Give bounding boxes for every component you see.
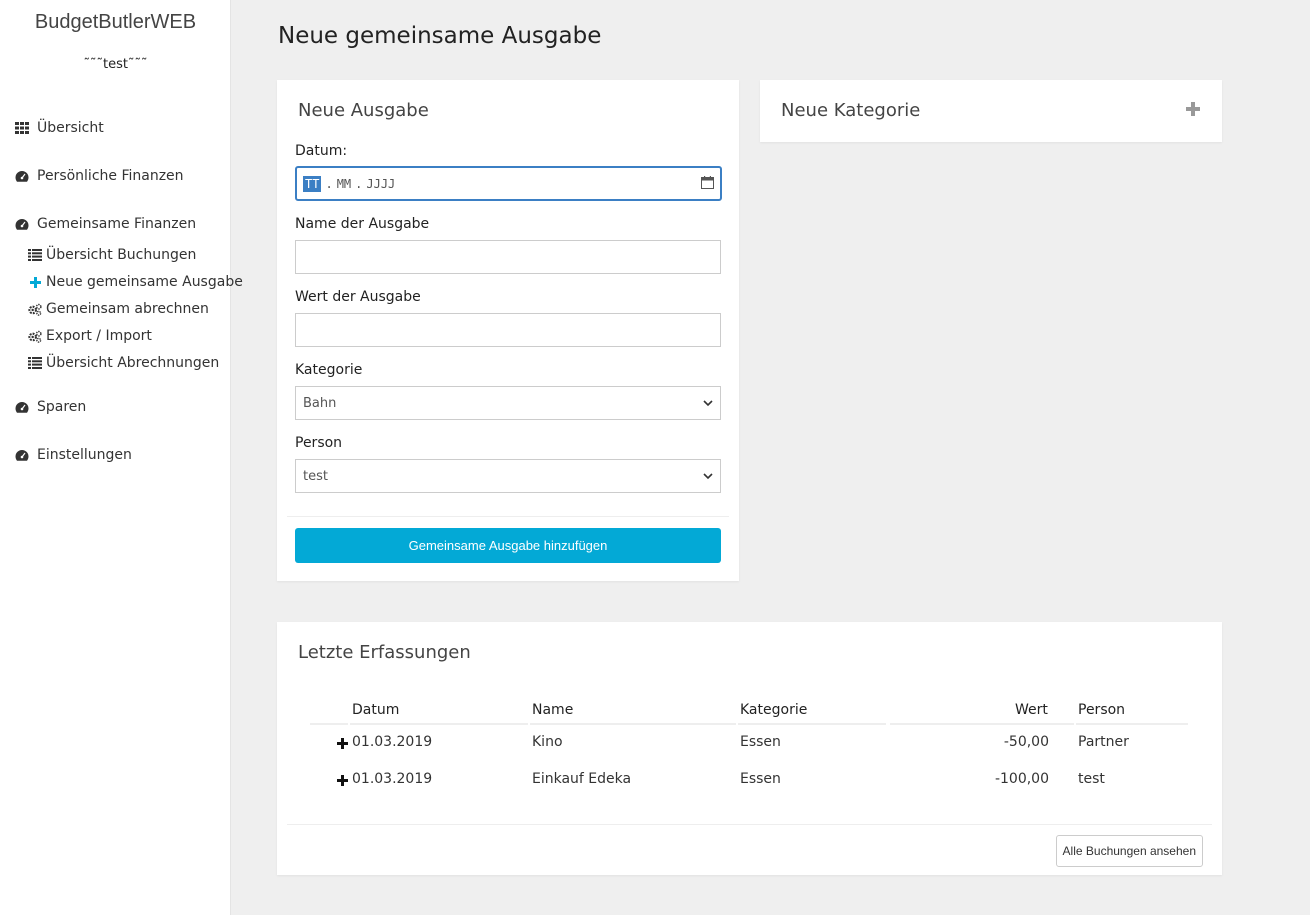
sidebar-item-label: Übersicht — [37, 120, 104, 136]
date-month-segment[interactable]: MM — [337, 177, 351, 191]
sidebar-item-label: Sparen — [37, 399, 87, 415]
sidebar-subitem-export-import[interactable]: Export / Import — [28, 328, 152, 344]
calendar-icon[interactable] — [701, 175, 714, 192]
person-select[interactable]: test — [295, 459, 721, 493]
person-selected: test — [303, 468, 328, 484]
sidebar-item-savings[interactable]: Sparen — [14, 399, 86, 415]
dashboard-icon — [14, 169, 30, 183]
expand-plus-icon[interactable] — [337, 737, 348, 753]
column-header-name[interactable]: Name — [532, 702, 573, 718]
name-label: Name der Ausgabe — [295, 216, 430, 232]
header-underline — [1076, 723, 1188, 725]
cell-person: test — [1078, 771, 1105, 787]
sidebar: BudgetButlerWEB ˜˜˜test˜˜˜ Übersicht Per… — [0, 0, 243, 915]
cell-person: Partner — [1078, 734, 1129, 750]
card-title: Neue Kategorie — [781, 100, 921, 121]
sidebar-item-overview[interactable]: Übersicht — [14, 120, 104, 136]
user-name: ˜˜˜test˜˜˜ — [83, 57, 148, 72]
sidebar-subitem-label: Übersicht Buchungen — [46, 247, 197, 263]
header-underline — [738, 723, 886, 725]
list-icon — [28, 249, 42, 262]
expense-value-input[interactable] — [295, 313, 721, 347]
date-day-segment[interactable]: TT — [303, 175, 322, 192]
new-category-card[interactable]: Neue Kategorie — [760, 80, 1222, 142]
view-all-bookings-button[interactable]: Alle Buchungen ansehen — [1055, 835, 1203, 867]
category-select[interactable]: Bahn — [295, 386, 721, 420]
add-shared-expense-button[interactable]: Gemeinsame Ausgabe hinzufügen — [295, 528, 721, 563]
sidebar-item-settings[interactable]: Einstellungen — [14, 447, 132, 463]
brand-title[interactable]: BudgetButlerWEB — [0, 11, 231, 34]
divider — [287, 824, 1212, 825]
sidebar-item-label: Einstellungen — [37, 447, 132, 463]
cell-value: -100,00 — [994, 771, 1049, 787]
sidebar-item-shared-finances[interactable]: Gemeinsame Finanzen — [14, 216, 196, 232]
sidebar-subitem-new-shared-expense[interactable]: Neue gemeinsame Ausgabe — [28, 274, 243, 290]
date-separator: . — [325, 176, 333, 191]
column-header-date[interactable]: Datum — [352, 702, 399, 718]
gears-icon — [28, 303, 42, 316]
sidebar-item-label: Gemeinsame Finanzen — [37, 216, 197, 232]
sidebar-subitem-label: Gemeinsam abrechnen — [46, 301, 209, 317]
column-header-value[interactable]: Wert — [1015, 702, 1048, 718]
cell-date: 01.03.2019 — [352, 771, 433, 787]
chevron-down-icon — [703, 396, 713, 411]
cell-category: Essen — [740, 734, 781, 750]
value-label: Wert der Ausgabe — [295, 289, 421, 305]
page-title: Neue gemeinsame Ausgabe — [278, 23, 602, 49]
grid-icon — [14, 121, 30, 135]
sidebar-subitem-bookings-overview[interactable]: Übersicht Buchungen — [28, 247, 196, 263]
person-label: Person — [295, 435, 343, 451]
new-expense-card: Neue Ausgabe Datum: TT . MM . JJJJ Name … — [277, 80, 739, 581]
category-label: Kategorie — [295, 362, 363, 378]
date-label: Datum: — [295, 143, 348, 159]
sidebar-item-personal-finances[interactable]: Persönliche Finanzen — [14, 168, 184, 184]
header-underline — [530, 723, 736, 725]
sidebar-subitem-settle-shared[interactable]: Gemeinsam abrechnen — [28, 301, 209, 317]
card-title: Neue Ausgabe — [298, 100, 429, 121]
category-selected: Bahn — [303, 395, 337, 411]
date-input[interactable]: TT . MM . JJJJ — [295, 166, 722, 201]
dashboard-icon — [14, 448, 30, 462]
plus-icon[interactable] — [1186, 102, 1200, 116]
cell-name: Kino — [532, 734, 563, 750]
list-icon — [28, 357, 42, 370]
dashboard-icon — [14, 217, 30, 231]
cell-value: -50,00 — [1003, 734, 1049, 750]
cell-date: 01.03.2019 — [352, 734, 433, 750]
header-underline — [890, 723, 1074, 725]
dashboard-icon — [14, 400, 30, 414]
sidebar-subitem-label: Export / Import — [46, 328, 152, 344]
date-separator: . — [355, 176, 363, 191]
chevron-down-icon — [703, 469, 713, 484]
cell-category: Essen — [740, 771, 781, 787]
column-header-category[interactable]: Kategorie — [740, 702, 807, 718]
column-header-person[interactable]: Person — [1078, 702, 1125, 718]
header-underline — [310, 723, 348, 725]
date-year-segment[interactable]: JJJJ — [366, 177, 395, 191]
gears-icon — [28, 330, 42, 343]
card-title: Letzte Erfassungen — [298, 642, 471, 663]
expand-plus-icon[interactable] — [337, 774, 348, 790]
sidebar-item-label: Persönliche Finanzen — [37, 168, 184, 184]
divider — [287, 516, 729, 517]
recent-entries-card: Letzte Erfassungen Datum Name Kategorie … — [277, 622, 1222, 875]
expense-name-input[interactable] — [295, 240, 721, 274]
cell-name: Einkauf Edeka — [532, 771, 632, 787]
sidebar-subitem-label: Übersicht Abrechnungen — [46, 355, 220, 371]
sidebar-subitem-settlements-overview[interactable]: Übersicht Abrechnungen — [28, 355, 219, 371]
plus-icon — [28, 276, 42, 289]
sidebar-subitem-label: Neue gemeinsame Ausgabe — [46, 274, 243, 290]
header-underline — [350, 723, 528, 725]
